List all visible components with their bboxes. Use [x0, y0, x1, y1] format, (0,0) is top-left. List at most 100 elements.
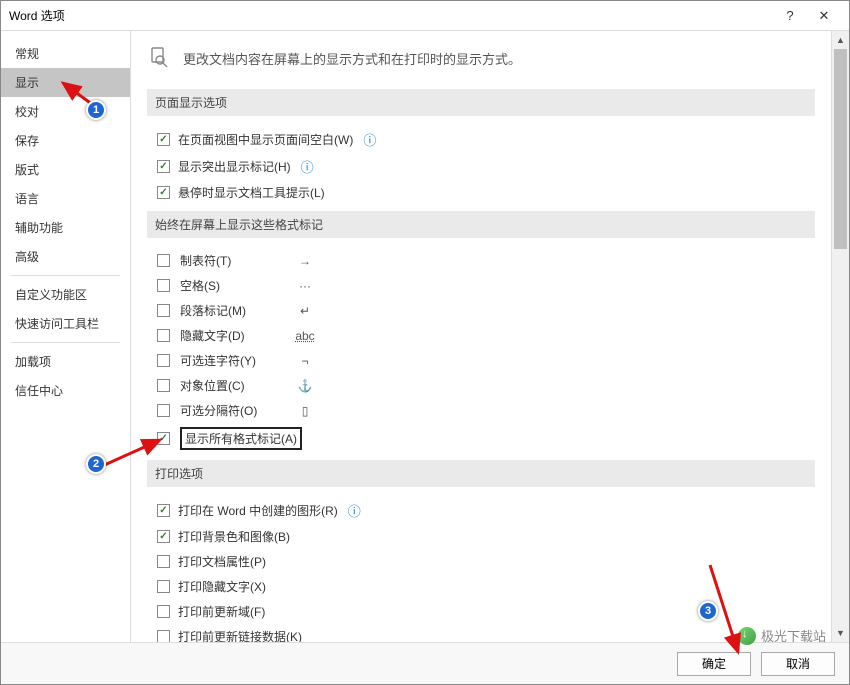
checkbox-icon[interactable] — [157, 379, 170, 392]
main-scroll-area: 更改文档内容在屏幕上的显示方式和在打印时的显示方式。 页面显示选项 在页面视图中… — [131, 31, 831, 642]
option-label: 对象位置(C) — [180, 377, 295, 394]
option-label-show-all: 显示所有格式标记(A) — [180, 427, 302, 450]
checkbox-icon[interactable] — [157, 304, 170, 317]
opt-show-tooltips[interactable]: 悬停时显示文档工具提示(L) — [147, 180, 815, 205]
hyphen-symbol-icon: ¬ — [295, 354, 315, 368]
sidebar-item-accessibility[interactable]: 辅助功能 — [1, 213, 130, 242]
checkbox-icon[interactable] — [157, 160, 170, 173]
checkbox-icon[interactable] — [157, 432, 170, 445]
magnifier-document-icon — [147, 45, 173, 71]
checkbox-icon[interactable] — [157, 354, 170, 367]
option-label: 可选连字符(Y) — [180, 352, 295, 369]
mark-paragraph[interactable]: 段落标记(M) ↵ — [147, 298, 815, 323]
checkbox-icon[interactable] — [157, 504, 170, 517]
sidebar-item-proofing[interactable]: 校对 — [1, 97, 130, 126]
opt-show-highlighter[interactable]: 显示突出显示标记(H) ⓘ — [147, 153, 815, 180]
annotation-badge-1: 1 — [86, 100, 106, 120]
checkbox-icon[interactable] — [157, 580, 170, 593]
checkbox-icon[interactable] — [157, 630, 170, 642]
sidebar-item-advanced[interactable]: 高级 — [1, 242, 130, 271]
scroll-up-icon[interactable]: ▲ — [832, 31, 849, 49]
close-button[interactable]: ✕ — [807, 2, 841, 30]
option-label: 隐藏文字(D) — [180, 327, 295, 344]
panel-header: 更改文档内容在屏幕上的显示方式和在打印时的显示方式。 — [147, 45, 815, 71]
sidebar-item-trust[interactable]: 信任中心 — [1, 376, 130, 405]
break-symbol-icon: ▯ — [295, 404, 315, 418]
content-area: 常规 显示 校对 保存 版式 语言 辅助功能 高级 自定义功能区 快速访问工具栏… — [1, 31, 849, 642]
section-formatting-marks: 始终在屏幕上显示这些格式标记 — [147, 211, 815, 238]
download-logo-icon — [738, 627, 756, 645]
sidebar-item-general[interactable]: 常规 — [1, 39, 130, 68]
option-label: 打印前更新域(F) — [178, 603, 265, 620]
info-icon[interactable]: ⓘ — [363, 130, 376, 149]
panel-header-text: 更改文档内容在屏幕上的显示方式和在打印时的显示方式。 — [183, 49, 521, 68]
scroll-down-icon[interactable]: ▼ — [832, 624, 849, 642]
print-update-links[interactable]: 打印前更新链接数据(K) — [147, 624, 815, 642]
checkbox-icon[interactable] — [157, 186, 170, 199]
option-label: 在页面视图中显示页面间空白(W) — [178, 131, 353, 148]
watermark: 极光下载站 — [738, 626, 826, 645]
space-symbol-icon: ··· — [295, 279, 315, 293]
checkbox-icon[interactable] — [157, 279, 170, 292]
option-label: 打印前更新链接数据(K) — [178, 628, 302, 642]
mark-opt-break[interactable]: 可选分隔符(O) ▯ — [147, 398, 815, 423]
print-hidden[interactable]: 打印隐藏文字(X) — [147, 574, 815, 599]
scroll-thumb[interactable] — [834, 49, 847, 249]
section-print: 打印选项 — [147, 460, 815, 487]
checkbox-icon[interactable] — [157, 605, 170, 618]
word-options-dialog: Word 选项 ? ✕ 常规 显示 校对 保存 版式 语言 辅助功能 高级 自定… — [0, 0, 850, 685]
ok-button[interactable]: 确定 — [677, 652, 751, 676]
sidebar-item-display[interactable]: 显示 — [1, 68, 130, 97]
tab-symbol-icon: → — [295, 254, 315, 268]
titlebar: Word 选项 ? ✕ — [1, 1, 849, 31]
option-label: 打印文档属性(P) — [178, 553, 266, 570]
print-background[interactable]: 打印背景色和图像(B) — [147, 524, 815, 549]
option-label: 制表符(T) — [180, 252, 295, 269]
option-label: 打印隐藏文字(X) — [178, 578, 266, 595]
checkbox-icon[interactable] — [157, 530, 170, 543]
checkbox-icon[interactable] — [157, 133, 170, 146]
main-panel: 更改文档内容在屏幕上的显示方式和在打印时的显示方式。 页面显示选项 在页面视图中… — [131, 31, 849, 642]
mark-space[interactable]: 空格(S) ··· — [147, 273, 815, 298]
help-button[interactable]: ? — [773, 2, 807, 30]
sidebar-item-save[interactable]: 保存 — [1, 126, 130, 155]
sidebar-item-layout[interactable]: 版式 — [1, 155, 130, 184]
sidebar-item-ribbon[interactable]: 自定义功能区 — [1, 280, 130, 309]
sidebar: 常规 显示 校对 保存 版式 语言 辅助功能 高级 自定义功能区 快速访问工具栏… — [1, 31, 131, 642]
sidebar-separator — [11, 275, 120, 276]
option-label: 显示突出显示标记(H) — [178, 158, 291, 175]
checkbox-icon[interactable] — [157, 404, 170, 417]
info-icon[interactable]: ⓘ — [348, 501, 361, 520]
option-label: 可选分隔符(O) — [180, 402, 295, 419]
sidebar-item-qat[interactable]: 快速访问工具栏 — [1, 309, 130, 338]
option-label: 悬停时显示文档工具提示(L) — [178, 184, 325, 201]
sidebar-item-addins[interactable]: 加载项 — [1, 347, 130, 376]
section-page-display: 页面显示选项 — [147, 89, 815, 116]
mark-tab[interactable]: 制表符(T) → — [147, 248, 815, 273]
dialog-footer: 确定 取消 — [1, 642, 849, 684]
annotation-badge-3: 3 — [698, 601, 718, 621]
info-icon[interactable]: ⓘ — [301, 157, 314, 176]
checkbox-icon[interactable] — [157, 329, 170, 342]
print-drawings[interactable]: 打印在 Word 中创建的图形(R) ⓘ — [147, 497, 815, 524]
vertical-scrollbar[interactable]: ▲ ▼ — [831, 31, 849, 642]
annotation-badge-2: 2 — [86, 454, 106, 474]
print-properties[interactable]: 打印文档属性(P) — [147, 549, 815, 574]
mark-show-all[interactable]: 显示所有格式标记(A) — [147, 423, 815, 454]
option-label: 打印背景色和图像(B) — [178, 528, 290, 545]
sidebar-separator — [11, 342, 120, 343]
checkbox-icon[interactable] — [157, 254, 170, 267]
opt-show-whitespace[interactable]: 在页面视图中显示页面间空白(W) ⓘ — [147, 126, 815, 153]
mark-hidden[interactable]: 隐藏文字(D) abc — [147, 323, 815, 348]
checkbox-icon[interactable] — [157, 555, 170, 568]
hidden-symbol-icon: abc — [295, 329, 315, 343]
option-label: 打印在 Word 中创建的图形(R) — [178, 502, 338, 519]
anchor-symbol-icon: ⚓ — [295, 379, 315, 393]
sidebar-item-language[interactable]: 语言 — [1, 184, 130, 213]
scroll-track[interactable] — [832, 49, 849, 624]
cancel-button[interactable]: 取消 — [761, 652, 835, 676]
dialog-title: Word 选项 — [9, 7, 773, 24]
mark-opt-hyphen[interactable]: 可选连字符(Y) ¬ — [147, 348, 815, 373]
paragraph-symbol-icon: ↵ — [295, 304, 315, 318]
mark-anchor[interactable]: 对象位置(C) ⚓ — [147, 373, 815, 398]
